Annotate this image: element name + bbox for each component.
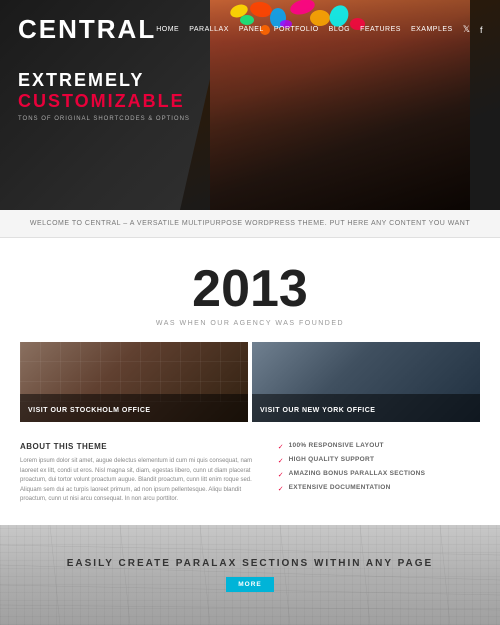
feature-label-1: 100% RESPONSIVE LAYOUT	[289, 442, 384, 449]
feature-item-1: ✓ 100% RESPONSIVE LAYOUT	[278, 442, 480, 451]
nav-blog[interactable]: BLOG	[329, 26, 350, 33]
hero-text: EXTREMELY CUSTOMIZABLE TONS OF ORIGINAL …	[18, 70, 190, 122]
hero-line2: CUSTOMIZABLE	[18, 91, 190, 112]
year-subtitle: WAS WHEN OUR AGENCY WAS FOUNDED	[20, 320, 480, 327]
parallax-title: EASILY CREATE PARALAX SECTIONS WITHIN AN…	[67, 558, 433, 569]
feature-label-4: EXTENSIVE DOCUMENTATION	[289, 484, 391, 491]
check-icon-2: ✓	[278, 457, 284, 465]
hero-section: CENTRAL HOME PARALLAX PANEL PORTFOLIO BL…	[0, 0, 500, 210]
welcome-banner: WELCOME TO CENTRAL – A VERSATILE MULTIPU…	[0, 210, 500, 238]
twitter-icon[interactable]: 𝕏	[463, 24, 470, 35]
check-icon-1: ✓	[278, 443, 284, 451]
parallax-section: EASILY CREATE PARALAX SECTIONS WITHIN AN…	[0, 525, 500, 625]
nav-parallax[interactable]: PARALLAX	[189, 26, 229, 33]
hero-subtext: TONS OF ORIGINAL SHORTCODES & OPTIONS	[18, 116, 190, 122]
nav-panel[interactable]: PANEL	[239, 26, 264, 33]
nav-portfolio[interactable]: PORTFOLIO	[274, 26, 319, 33]
check-icon-4: ✓	[278, 485, 284, 493]
parallax-more-button[interactable]: MORE	[226, 577, 274, 592]
welcome-text: WELCOME TO CENTRAL – A VERSATILE MULTIPU…	[30, 220, 470, 227]
feature-item-4: ✓ EXTENSIVE DOCUMENTATION	[278, 484, 480, 493]
office-card-newyork[interactable]: VISIT OUR NEW YORK OFFICE	[252, 342, 480, 422]
about-title: ABOUT THIS THEME	[20, 442, 263, 451]
logo: CENTRAL	[18, 14, 156, 45]
nav-examples[interactable]: EXAMPLES	[411, 26, 453, 33]
year-section: 2013 WAS WHEN OUR AGENCY WAS FOUNDED	[0, 238, 500, 342]
feature-label-2: HIGH QUALITY SUPPORT	[289, 456, 375, 463]
check-icon-3: ✓	[278, 471, 284, 479]
office-overlay-stockholm: VISIT OUR STOCKHOLM OFFICE	[20, 394, 248, 422]
nav-features[interactable]: FEATURES	[360, 26, 401, 33]
about-text: Lorem ipsum dolor sit amet, augue delect…	[20, 457, 263, 505]
features-column: ✓ 100% RESPONSIVE LAYOUT ✓ HIGH QUALITY …	[278, 442, 480, 505]
header: CENTRAL HOME PARALLAX PANEL PORTFOLIO BL…	[0, 0, 500, 59]
office-overlay-newyork: VISIT OUR NEW YORK OFFICE	[252, 394, 480, 422]
feature-item-2: ✓ HIGH QUALITY SUPPORT	[278, 456, 480, 465]
feature-item-3: ✓ AMAZING BONUS PARALLAX SECTIONS	[278, 470, 480, 479]
feature-label-3: AMAZING BONUS PARALLAX SECTIONS	[289, 470, 426, 477]
office-card-stockholm[interactable]: VISIT OUR STOCKHOLM OFFICE	[20, 342, 248, 422]
facebook-icon[interactable]: f	[480, 25, 483, 35]
hero-line1: EXTREMELY	[18, 70, 190, 91]
office-label-newyork: VISIT OUR NEW YORK OFFICE	[260, 407, 375, 414]
year-number: 2013	[20, 263, 480, 315]
nav-home[interactable]: HOME	[156, 26, 179, 33]
nav-menu: HOME PARALLAX PANEL PORTFOLIO BLOG FEATU…	[156, 24, 482, 35]
about-features-section: ABOUT THIS THEME Lorem ipsum dolor sit a…	[0, 442, 500, 525]
offices-row: VISIT OUR STOCKHOLM OFFICE VISIT OUR NEW…	[0, 342, 500, 442]
about-column: ABOUT THIS THEME Lorem ipsum dolor sit a…	[20, 442, 263, 505]
office-label-stockholm: VISIT OUR STOCKHOLM OFFICE	[28, 407, 151, 414]
